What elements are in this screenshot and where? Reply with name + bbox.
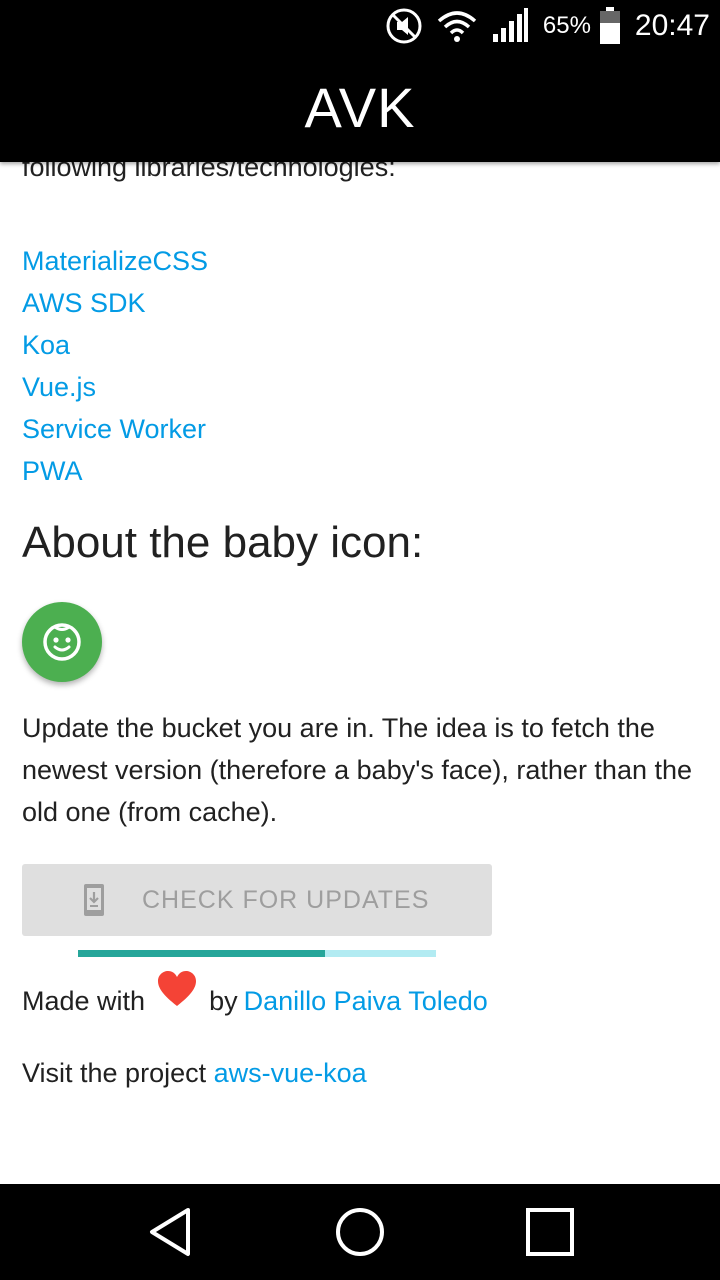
home-icon[interactable]	[334, 1206, 386, 1258]
app-title: AVK	[304, 75, 416, 139]
list-item: PWA	[22, 450, 208, 492]
project-link[interactable]: aws-vue-koa	[214, 1058, 367, 1088]
list-item: Service Worker	[22, 408, 208, 450]
by-text: by	[209, 986, 238, 1016]
library-link[interactable]: Koa	[22, 330, 70, 360]
status-bar: 65% 20:47	[0, 0, 720, 52]
library-link[interactable]: Vue.js	[22, 372, 96, 402]
check-updates-label: CHECK FOR UPDATES	[142, 885, 430, 914]
intro-text: following libraries/technologies:	[22, 162, 396, 188]
list-item: AWS SDK	[22, 282, 208, 324]
author-link[interactable]: Danillo Paiva Toledo	[244, 980, 488, 1022]
libraries-list: MaterializeCSS AWS SDK Koa Vue.js Servic…	[22, 240, 208, 492]
signal-icon	[491, 8, 529, 44]
made-with-line: Made with by Danillo Paiva Toledo	[22, 971, 488, 1022]
update-progress-bar	[78, 950, 436, 957]
progress-fill	[78, 950, 326, 957]
check-updates-button[interactable]: CHECK FOR UPDATES	[22, 864, 492, 936]
made-with-text: Made with	[22, 986, 146, 1016]
battery-percent: 65%	[542, 12, 591, 39]
heart-icon	[157, 970, 197, 1008]
library-link[interactable]: PWA	[22, 456, 83, 486]
recents-icon[interactable]	[524, 1206, 576, 1258]
list-item: Vue.js	[22, 366, 208, 408]
section-title: About the baby icon:	[22, 518, 424, 567]
baby-face-icon	[40, 620, 84, 664]
app-bar: AVK	[0, 52, 720, 162]
baby-icon-button[interactable]	[22, 602, 102, 682]
mute-icon	[385, 7, 423, 45]
battery-icon	[599, 7, 621, 45]
library-link[interactable]: MaterializeCSS	[22, 246, 208, 276]
library-link[interactable]: Service Worker	[22, 414, 206, 444]
intro-text-tail: following libraries/technologies:	[22, 162, 396, 182]
navigation-bar	[0, 1184, 720, 1280]
library-link[interactable]: AWS SDK	[22, 288, 146, 318]
list-item: MaterializeCSS	[22, 240, 208, 282]
wifi-icon	[437, 9, 477, 43]
page-content: following libraries/technologies: Materi…	[0, 162, 720, 1184]
baby-icon-description: Update the bucket you are in. The idea i…	[22, 713, 693, 827]
visit-project-line: Visit the project aws-vue-koa	[22, 1052, 367, 1094]
back-icon[interactable]	[146, 1206, 198, 1258]
list-item: Koa	[22, 324, 208, 366]
visit-text: Visit the project	[22, 1058, 207, 1088]
download-device-icon	[82, 883, 106, 917]
clock: 20:47	[634, 9, 710, 42]
